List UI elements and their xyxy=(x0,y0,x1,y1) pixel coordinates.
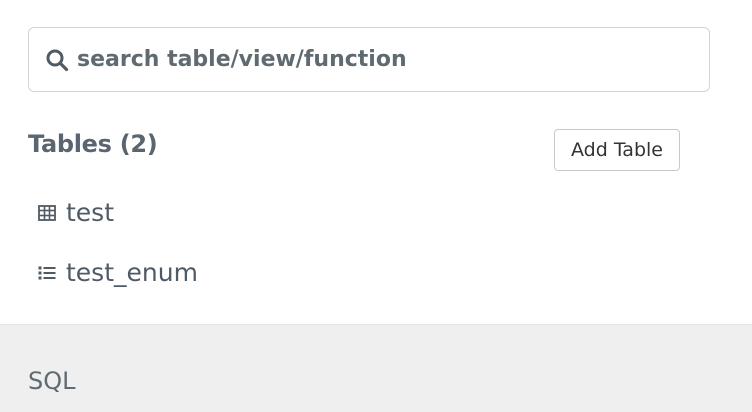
table-item-test[interactable]: test xyxy=(37,198,114,227)
search-icon xyxy=(43,46,71,74)
search-input[interactable] xyxy=(77,39,677,80)
table-item-test-enum[interactable]: test_enum xyxy=(37,258,198,287)
sidebar-panel: Tables (2) Add Table test test_ xyxy=(0,0,752,324)
table-grid-icon xyxy=(37,203,57,223)
table-item-label: test xyxy=(66,198,115,227)
table-item-label: test_enum xyxy=(66,258,198,287)
sql-nav-item[interactable]: SQL xyxy=(0,324,752,412)
add-table-button[interactable]: Add Table xyxy=(554,129,680,171)
enum-list-icon xyxy=(37,263,57,283)
sql-label: SQL xyxy=(28,367,76,395)
search-box[interactable] xyxy=(28,27,710,92)
tables-heading: Tables (2) xyxy=(28,130,158,158)
